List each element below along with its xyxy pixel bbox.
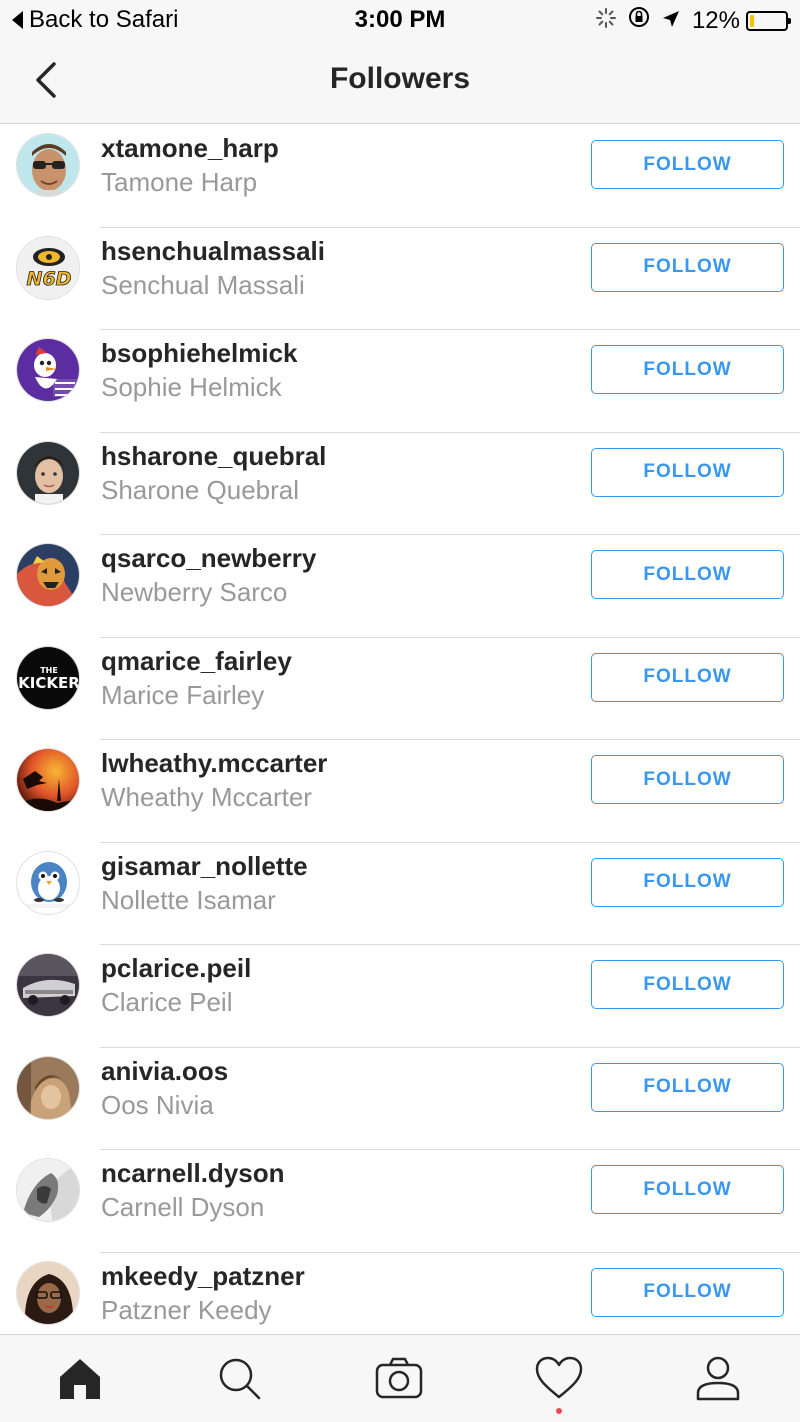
username[interactable]: pclarice.peil — [101, 953, 251, 984]
username[interactable]: qsarco_newberry — [101, 543, 316, 574]
battery-icon — [746, 10, 791, 31]
heart-icon — [535, 1356, 583, 1399]
avatar[interactable] — [16, 748, 80, 812]
username[interactable]: qmarice_fairley — [101, 646, 292, 677]
list-item[interactable]: pclarice.peil Clarice Peil FOLLOW — [0, 945, 800, 1048]
avatar[interactable] — [16, 850, 80, 915]
navigation-bar: Followers — [0, 40, 800, 124]
followers-list: xtamone_harp Tamone Harp FOLLOW N6D hsen… — [0, 125, 800, 1355]
tab-camera[interactable] — [374, 1353, 424, 1403]
follow-button[interactable]: FOLLOW — [591, 1165, 784, 1214]
follow-button[interactable]: FOLLOW — [591, 652, 784, 702]
full-name: Clarice Peil — [101, 987, 233, 1017]
full-name: Newberry Sarco — [101, 577, 288, 607]
full-name: Oos Nivia — [101, 1089, 214, 1120]
avatar[interactable]: THE KICKER — [16, 645, 80, 710]
avatar-logo-text: N6D — [27, 268, 72, 290]
full-name: Senchual Massali — [101, 269, 305, 300]
follow-button[interactable]: FOLLOW — [591, 755, 784, 804]
username[interactable]: ncarnell.dyson — [101, 1158, 285, 1189]
full-name: Nollette Isamar — [101, 884, 276, 915]
avatar[interactable] — [16, 1260, 80, 1325]
username[interactable]: gisamar_nollette — [101, 851, 308, 882]
avatar[interactable] — [16, 338, 80, 402]
full-name: Patzner Keedy — [101, 1294, 272, 1325]
avatar[interactable] — [16, 440, 80, 505]
username[interactable]: lwheathy.mccarter — [101, 748, 327, 779]
list-item[interactable]: bsophiehelmick Sophie Helmick FOLLOW — [0, 330, 800, 433]
username[interactable]: xtamone_harp — [101, 133, 279, 164]
search-icon — [219, 1358, 261, 1400]
follow-button[interactable]: FOLLOW — [591, 345, 784, 394]
full-name: Sharone Quebral — [101, 474, 300, 505]
status-bar: Back to Safari 3:00 PM 12% — [0, 0, 800, 40]
list-item[interactable]: xtamone_harp Tamone Harp FOLLOW — [0, 125, 800, 228]
orientation-lock-icon — [628, 6, 650, 35]
activity-spinner-icon — [595, 7, 616, 35]
follow-button[interactable]: FOLLOW — [591, 140, 784, 189]
follow-button[interactable]: FOLLOW — [591, 857, 784, 907]
tab-activity[interactable] — [534, 1353, 584, 1403]
follow-button[interactable]: FOLLOW — [591, 1267, 784, 1317]
avatar[interactable] — [16, 953, 80, 1017]
list-item[interactable]: qsarco_newberry Newberry Sarco FOLLOW — [0, 535, 800, 638]
tab-profile[interactable] — [693, 1353, 743, 1403]
profile-icon — [696, 1356, 740, 1401]
avatar[interactable] — [16, 543, 80, 607]
tab-search[interactable] — [214, 1353, 264, 1403]
list-item[interactable]: anivia.oos Oos Nivia FOLLOW — [0, 1048, 800, 1150]
username[interactable]: bsophiehelmick — [101, 338, 298, 369]
location-arrow-icon — [662, 7, 680, 35]
username[interactable]: hsharone_quebral — [101, 441, 326, 472]
home-icon — [60, 1359, 100, 1399]
list-item[interactable]: lwheathy.mccarter Wheathy Mccarter FOLLO… — [0, 740, 800, 843]
avatar[interactable] — [16, 1158, 80, 1222]
username[interactable]: anivia.oos — [101, 1056, 228, 1087]
full-name: Tamone Harp — [101, 167, 258, 197]
list-item[interactable]: hsharone_quebral Sharone Quebral FOLLOW — [0, 433, 800, 535]
username[interactable]: mkeedy_patzner — [101, 1261, 305, 1292]
status-indicators: 12% — [595, 6, 791, 35]
tab-home[interactable] — [55, 1353, 105, 1403]
battery-percent: 12% — [691, 6, 740, 34]
avatar[interactable] — [16, 1055, 80, 1120]
list-item[interactable]: ncarnell.dyson Carnell Dyson FOLLOW — [0, 1150, 800, 1253]
battery-level — [750, 14, 754, 27]
list-item[interactable]: THE KICKER qmarice_fairley Marice Fairle… — [0, 638, 800, 740]
list-item[interactable]: gisamar_nollette Nollette Isamar FOLLOW — [0, 843, 800, 945]
follow-button[interactable]: FOLLOW — [591, 242, 784, 292]
username[interactable]: hsenchualmassali — [101, 236, 325, 267]
page-title: Followers — [329, 62, 471, 95]
notification-dot — [556, 1408, 562, 1414]
avatar[interactable]: N6D — [16, 235, 80, 300]
full-name: Sophie Helmick — [101, 372, 282, 402]
avatar-logo-text-main: KICKER — [18, 674, 80, 692]
list-item[interactable]: N6D hsenchualmassali Senchual Massali FO… — [0, 228, 800, 330]
full-name: Carnell Dyson — [101, 1192, 265, 1222]
camera-icon — [375, 1357, 423, 1399]
follow-button[interactable]: FOLLOW — [591, 550, 784, 599]
follow-button[interactable]: FOLLOW — [591, 960, 784, 1009]
follow-button[interactable]: FOLLOW — [591, 447, 784, 497]
full-name: Wheathy Mccarter — [101, 782, 312, 812]
avatar[interactable] — [16, 133, 80, 197]
follow-button[interactable]: FOLLOW — [591, 1062, 784, 1112]
tab-bar — [0, 1334, 800, 1422]
full-name: Marice Fairley — [101, 679, 265, 710]
